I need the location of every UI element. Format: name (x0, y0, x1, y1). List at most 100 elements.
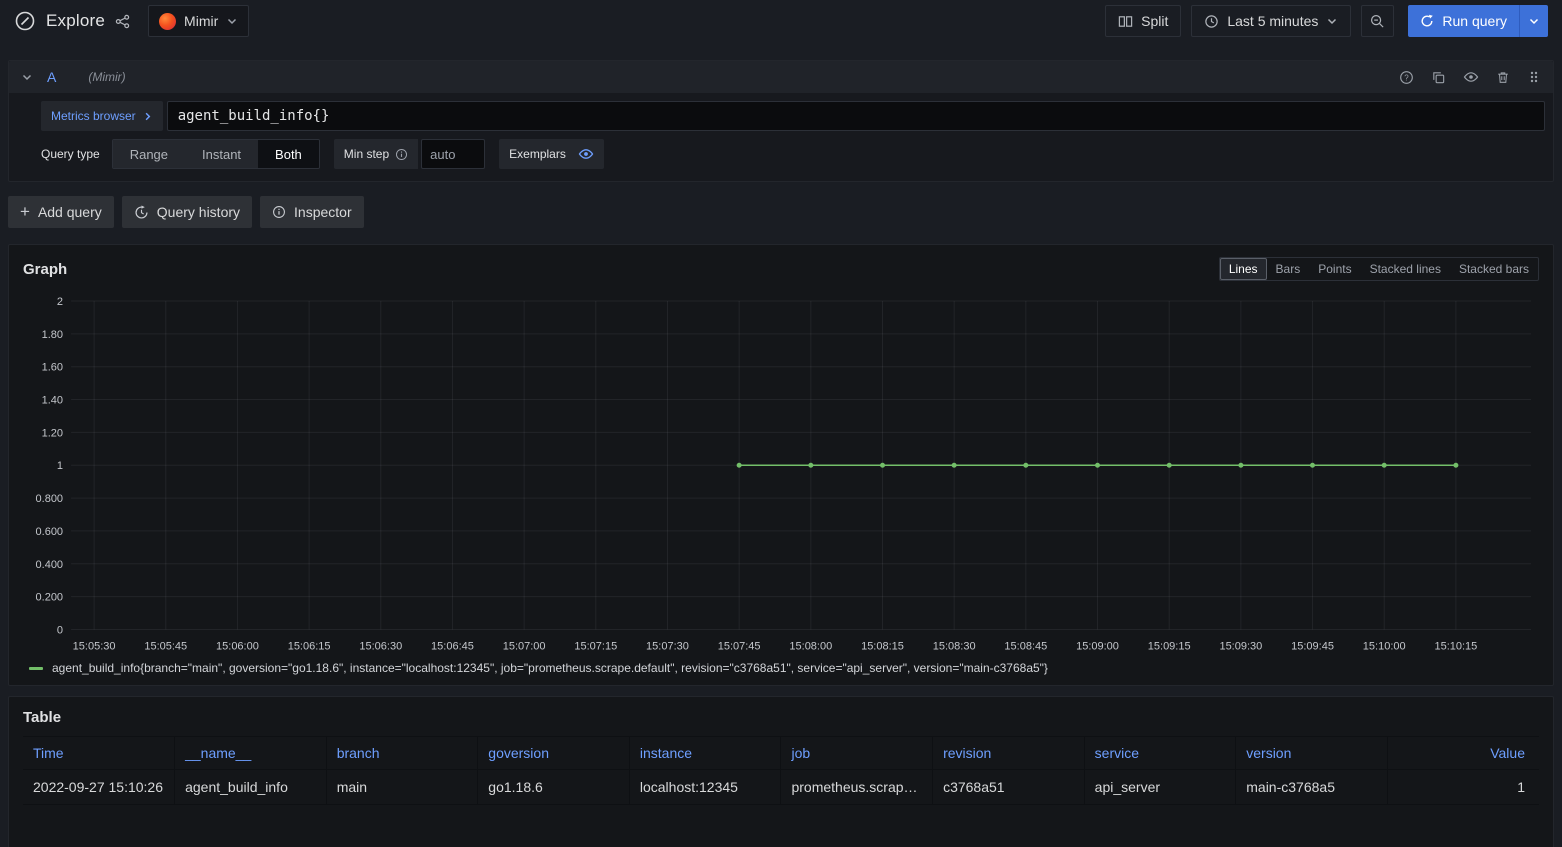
graph-mode-stacked-bars[interactable]: Stacked bars (1450, 258, 1538, 280)
run-query-label: Run query (1442, 13, 1507, 29)
inspector-label: Inspector (294, 204, 352, 220)
query-editor-body: Metrics browser Query type RangeInstantB… (9, 93, 1553, 181)
graph-legend[interactable]: agent_build_info{branch="main", goversio… (23, 659, 1539, 677)
graph-canvas[interactable]: 00.2000.4000.6000.80011.201.401.601.8021… (23, 289, 1539, 659)
svg-text:15:05:45: 15:05:45 (144, 640, 187, 652)
split-button[interactable]: Split (1105, 5, 1181, 37)
table-cell: agent_build_info (175, 770, 327, 805)
duplicate-icon[interactable] (1431, 70, 1446, 85)
metrics-browser-label: Metrics browser (51, 109, 136, 123)
query-options-row: Query type RangeInstantBoth Min step Exe… (41, 139, 1545, 169)
svg-text:0.200: 0.200 (36, 592, 64, 604)
column-header-goversion[interactable]: goversion (478, 737, 630, 770)
svg-text:15:06:15: 15:06:15 (288, 640, 331, 652)
exemplars-eye-icon[interactable] (578, 146, 594, 162)
query-editor-actions: ? (1399, 69, 1541, 85)
exemplars-group: Exemplars (499, 139, 604, 169)
chevron-right-icon (142, 111, 153, 122)
hide-icon[interactable] (1463, 69, 1479, 85)
time-range-picker[interactable]: Last 5 minutes (1191, 5, 1351, 37)
table-cell: main (326, 770, 478, 805)
split-label: Split (1141, 13, 1168, 29)
add-query-label: Add query (38, 204, 102, 220)
share-icon[interactable] (115, 14, 130, 29)
graph-mode-stacked-lines[interactable]: Stacked lines (1361, 258, 1450, 280)
min-step-input[interactable] (421, 139, 485, 169)
column-header-time[interactable]: Time (23, 737, 175, 770)
chevron-down-icon (226, 15, 238, 27)
column-header-name[interactable]: __name__ (175, 737, 327, 770)
table-cell: api_server (1084, 770, 1236, 805)
graph-mode-lines[interactable]: Lines (1220, 258, 1267, 280)
sync-icon (1420, 14, 1434, 28)
svg-text:15:08:00: 15:08:00 (789, 640, 832, 652)
query-editor-header-left: A (Mimir) (21, 69, 126, 85)
svg-text:1.20: 1.20 (42, 427, 63, 439)
zoom-out-icon (1370, 14, 1385, 29)
table-panel-header: Table (23, 709, 1539, 726)
query-type-both[interactable]: Both (258, 140, 319, 168)
metrics-browser-button[interactable]: Metrics browser (41, 101, 163, 131)
column-header-revision[interactable]: revision (933, 737, 1085, 770)
drag-handle-icon[interactable] (1527, 70, 1541, 84)
svg-text:15:09:00: 15:09:00 (1076, 640, 1119, 652)
svg-text:15:08:45: 15:08:45 (1004, 640, 1047, 652)
svg-text:15:08:15: 15:08:15 (861, 640, 904, 652)
svg-text:15:08:30: 15:08:30 (933, 640, 976, 652)
column-header-service[interactable]: service (1084, 737, 1236, 770)
run-query-button-group: Run query (1408, 5, 1548, 37)
graph-mode-points[interactable]: Points (1309, 258, 1360, 280)
graph-panel: Graph LinesBarsPointsStacked linesStacke… (8, 244, 1554, 686)
explore-icon (14, 10, 36, 32)
column-header-branch[interactable]: branch (326, 737, 478, 770)
topbar-left: Explore Mimir (14, 5, 249, 37)
query-ref-id[interactable]: A (47, 69, 56, 85)
mimir-logo-icon (159, 13, 176, 30)
query-type-instant[interactable]: Instant (185, 140, 258, 168)
svg-text:15:07:00: 15:07:00 (503, 640, 546, 652)
add-query-button[interactable]: + Add query (8, 196, 114, 228)
zoom-out-button[interactable] (1361, 5, 1394, 37)
remove-icon[interactable] (1496, 70, 1510, 85)
svg-text:1.80: 1.80 (42, 329, 63, 341)
table-cell: localhost:12345 (629, 770, 781, 805)
split-icon (1118, 14, 1133, 29)
explore-page: Explore Mimir Split (0, 0, 1562, 847)
query-editor-header: A (Mimir) ? (9, 61, 1553, 93)
column-header-version[interactable]: version (1236, 737, 1388, 770)
legend-label[interactable]: agent_build_info{branch="main", goversio… (52, 661, 1048, 675)
inspector-button[interactable]: Inspector (260, 196, 364, 228)
svg-text:15:09:45: 15:09:45 (1291, 640, 1334, 652)
svg-text:?: ? (1404, 73, 1409, 82)
table-cell: 1 (1387, 770, 1539, 805)
svg-text:15:07:15: 15:07:15 (574, 640, 617, 652)
svg-text:15:06:45: 15:06:45 (431, 640, 474, 652)
table-row: 2022-09-27 15:10:26agent_build_infomaing… (23, 770, 1539, 805)
graph-mode-bars[interactable]: Bars (1267, 258, 1310, 280)
help-icon[interactable]: ? (1399, 70, 1414, 85)
query-type-range[interactable]: Range (113, 140, 185, 168)
table-panel: Table Time__name__branchgoversioninstanc… (8, 696, 1554, 847)
query-type-label: Query type (41, 147, 100, 161)
svg-text:0.600: 0.600 (36, 526, 64, 538)
column-header-instance[interactable]: instance (629, 737, 781, 770)
query-type-group: RangeInstantBoth (112, 139, 320, 169)
svg-text:1: 1 (57, 460, 63, 472)
run-query-button[interactable]: Run query (1408, 5, 1519, 37)
datasource-picker[interactable]: Mimir (148, 5, 249, 37)
svg-text:0: 0 (57, 624, 63, 636)
column-header-value[interactable]: Value (1387, 737, 1539, 770)
query-editor: A (Mimir) ? (8, 60, 1554, 182)
query-row: Metrics browser (41, 101, 1545, 131)
info-icon (395, 148, 408, 161)
svg-text:2: 2 (57, 296, 63, 308)
table-cell: prometheus.scrape.... (781, 770, 933, 805)
svg-text:15:10:15: 15:10:15 (1434, 640, 1477, 652)
run-query-dropdown[interactable] (1519, 5, 1548, 37)
query-history-button[interactable]: Query history (122, 196, 252, 228)
collapse-chevron-icon[interactable] (21, 71, 33, 83)
query-expression-input[interactable] (167, 101, 1545, 131)
column-header-job[interactable]: job (781, 737, 933, 770)
svg-text:1.40: 1.40 (42, 395, 63, 407)
table-cell: main-c3768a5 (1236, 770, 1388, 805)
